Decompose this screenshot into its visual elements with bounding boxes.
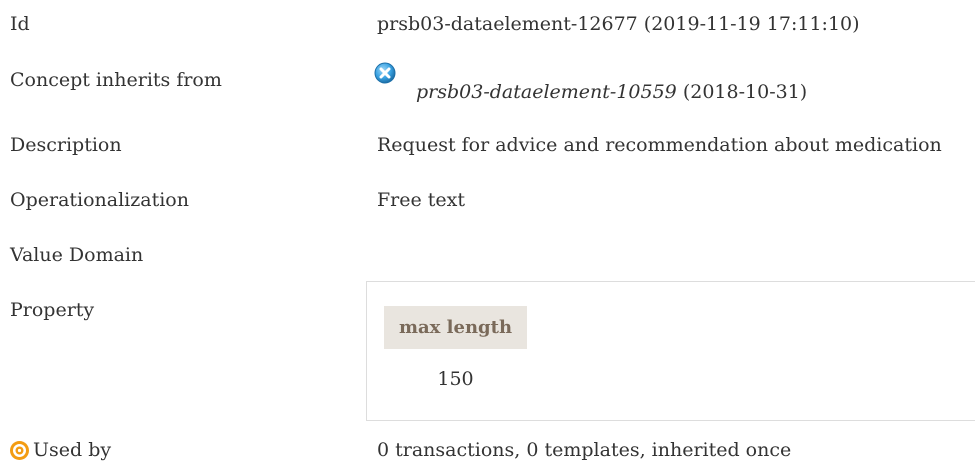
id-value: prsb03-dataelement-12677 (2019-11-19 17:… [377,13,860,35]
used-by-label: Used by [33,439,112,461]
target-icon [10,441,29,460]
concept-inherits-label: Concept inherits from [10,69,222,91]
concept-inherits-link[interactable]: prsb03-dataelement-10559 [416,81,677,103]
concept-inherits-date: (2018-10-31) [682,81,808,103]
id-label: Id [10,13,30,35]
x-circle-icon [374,62,396,84]
operationalization-value: Free text [377,189,466,211]
value-domain-label: Value Domain [10,244,144,266]
property-header-max-length: max length [384,306,527,349]
property-value-max-length: 150 [437,368,474,390]
property-table: max length 150 [366,281,975,421]
description-label: Description [10,134,122,156]
description-value: Request for advice and recommendation ab… [377,134,942,156]
operationalization-label: Operationalization [10,189,189,211]
used-by-value: 0 transactions, 0 templates, inherited o… [377,439,792,461]
concept-inherits-value: prsb03-dataelement-10559 (2018-10-31) [416,81,807,103]
property-label: Property [10,299,95,321]
